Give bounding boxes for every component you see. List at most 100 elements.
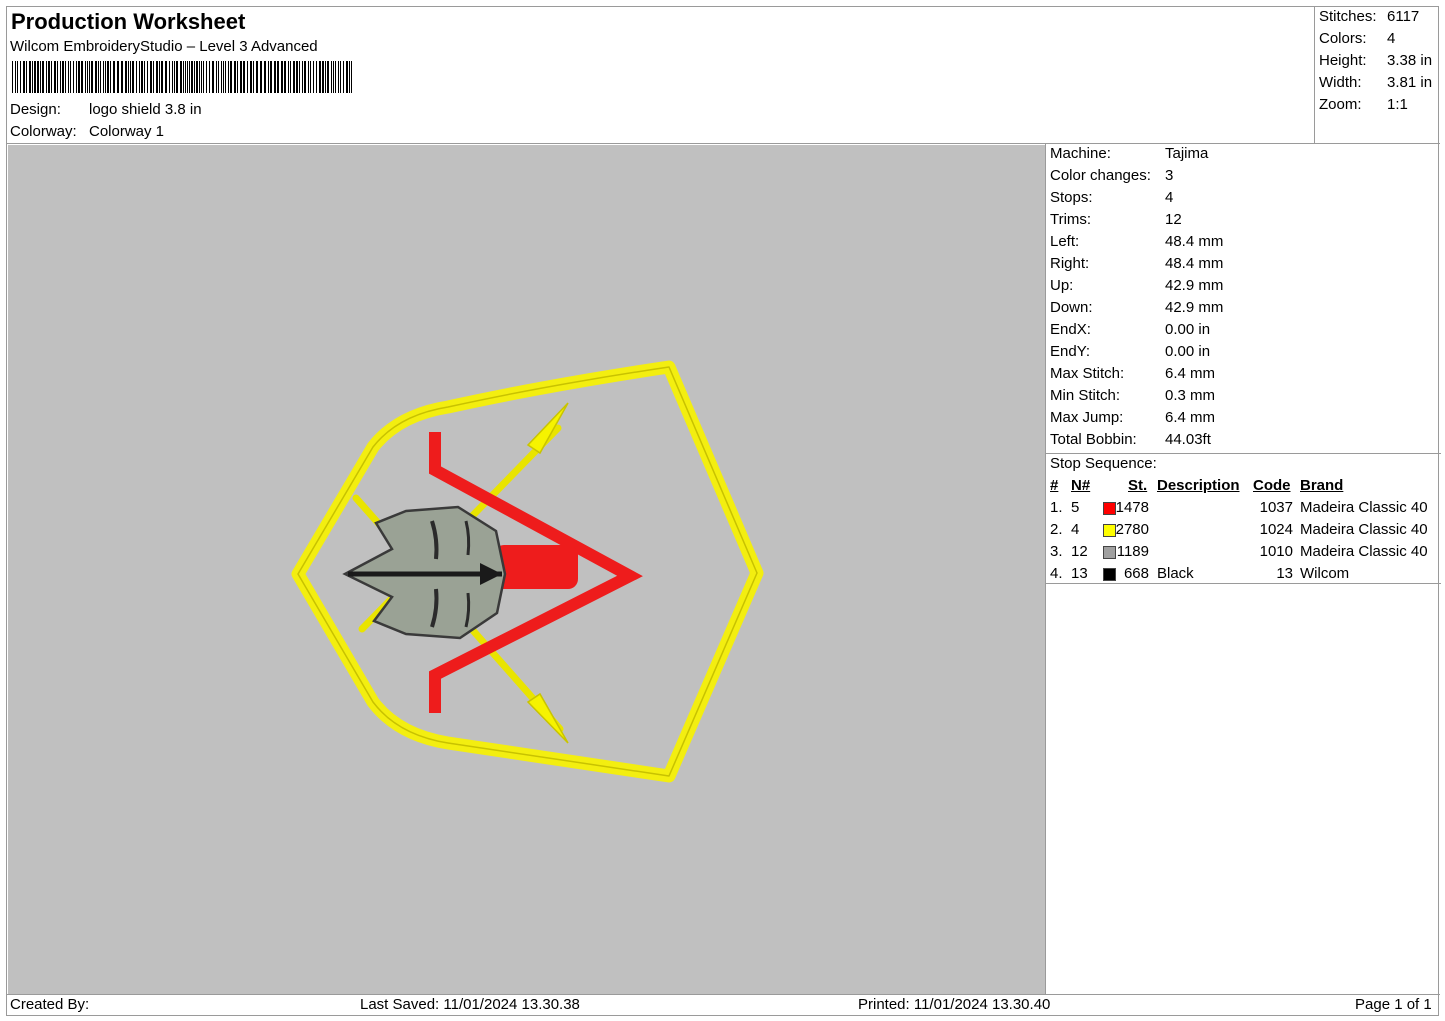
info-label: Min Stitch: xyxy=(1050,387,1121,404)
info-color-changes: Color changes: 3 xyxy=(1050,167,1173,184)
stat-label: Stitches: xyxy=(1319,8,1377,25)
worksheet-title: Production Worksheet xyxy=(11,9,246,34)
cell-code: 1024 xyxy=(1259,521,1293,538)
info-label: EndY: xyxy=(1050,343,1091,360)
design-preview-canvas xyxy=(8,145,1045,994)
barcode xyxy=(12,61,352,93)
info-label: Total Bobbin: xyxy=(1050,431,1137,448)
cell-brand: Madeira Classic 40 xyxy=(1300,499,1428,516)
info-value: 0.00 in xyxy=(1165,343,1211,360)
info-label: Down: xyxy=(1050,299,1093,316)
software-name: Wilcom EmbroideryStudio – Level 3 Advanc… xyxy=(10,38,318,55)
cell-num: 4. xyxy=(1050,565,1063,582)
info-endx: EndX: 0.00 in xyxy=(1050,321,1210,338)
cell-code: 13 xyxy=(1276,565,1293,582)
stat-value: 1:1 xyxy=(1387,96,1408,113)
printed-date: Printed: 11/01/2024 13.30.40 xyxy=(858,996,1051,1013)
cell-num: 1. xyxy=(1050,499,1063,516)
col-description: Description xyxy=(1157,477,1240,494)
info-label: Stops: xyxy=(1050,189,1093,206)
design-value: logo shield 3.8 in xyxy=(89,101,202,118)
info-value: 6.4 mm xyxy=(1165,409,1216,426)
info-value: 44.03ft xyxy=(1165,431,1211,448)
cell-num: 2. xyxy=(1050,521,1063,538)
worksheet-header: Production Worksheet Wilcom EmbroiderySt… xyxy=(7,7,1315,143)
info-label: Up: xyxy=(1050,277,1074,294)
info-value: 42.9 mm xyxy=(1165,299,1224,316)
stop-sequence-title: Stop Sequence: xyxy=(1050,455,1157,472)
stat-zoom: Zoom: 1:1 xyxy=(1319,96,1408,113)
design-label: Design: xyxy=(10,101,61,118)
col-code: Code xyxy=(1253,477,1291,494)
cell-description: Black xyxy=(1157,565,1194,582)
shield-logo-embroidery-icon xyxy=(291,360,764,783)
cell-st: 1478 xyxy=(1115,499,1149,516)
last-saved: Last Saved: 11/01/2024 13.30.38 xyxy=(360,996,580,1013)
info-label: Machine: xyxy=(1050,145,1111,162)
info-value: 4 xyxy=(1165,189,1174,206)
cell-brand: Wilcom xyxy=(1300,565,1350,582)
color-swatch xyxy=(1103,524,1116,537)
info-total-bobbin: Total Bobbin: 44.03ft xyxy=(1050,431,1211,448)
stat-value: 3.38 in xyxy=(1387,52,1433,69)
stat-label: Colors: xyxy=(1319,30,1367,47)
info-min-stitch: Min Stitch: 0.3 mm xyxy=(1050,387,1215,404)
stat-value: 6117 xyxy=(1387,8,1420,25)
colorway-row: Colorway: Colorway 1 xyxy=(10,123,164,140)
info-value: Tajima xyxy=(1165,145,1209,162)
machine-info-panel: Machine: Tajima Color changes: 3 Stops: 4 T… xyxy=(1045,144,1441,994)
created-by: Created By: xyxy=(10,996,90,1013)
stat-stitches: Stitches: 6117 xyxy=(1319,8,1419,25)
info-value: 0.3 mm xyxy=(1165,387,1216,404)
info-max-stitch: Max Stitch: 6.4 mm xyxy=(1050,365,1215,382)
info-value: 12 xyxy=(1165,211,1182,228)
production-worksheet: Production Worksheet Wilcom EmbroiderySt… xyxy=(6,6,1441,1016)
stat-label: Zoom: xyxy=(1319,96,1362,113)
col-st: St. xyxy=(1128,477,1148,494)
colorway-label: Colorway: xyxy=(10,123,77,140)
info-label: Trims: xyxy=(1050,211,1092,228)
cell-st: 668 xyxy=(1123,565,1149,582)
info-max-jump: Max Jump: 6.4 mm xyxy=(1050,409,1215,426)
cell-brand: Madeira Classic 40 xyxy=(1300,543,1428,560)
stat-value: 3.81 in xyxy=(1387,74,1433,91)
info-value: 6.4 mm xyxy=(1165,365,1216,382)
color-swatch xyxy=(1103,546,1116,559)
info-value: 42.9 mm xyxy=(1165,277,1224,294)
stat-value: 4 xyxy=(1387,30,1396,47)
color-swatch xyxy=(1103,502,1116,515)
info-value: 48.4 mm xyxy=(1165,233,1224,250)
info-down: Down: 42.9 mm xyxy=(1050,299,1223,316)
col-num: # xyxy=(1050,477,1059,494)
cell-brand: Madeira Classic 40 xyxy=(1300,521,1428,538)
stat-width: Width: 3.81 in xyxy=(1319,74,1432,91)
info-label: Left: xyxy=(1050,233,1080,250)
info-label: Color changes: xyxy=(1050,167,1151,184)
info-label: Max Jump: xyxy=(1050,409,1124,426)
footer-divider xyxy=(7,994,1440,995)
stat-colors: Colors: 4 xyxy=(1319,30,1395,47)
cell-code: 1010 xyxy=(1259,543,1293,560)
cell-st: 1189 xyxy=(1116,543,1149,560)
info-endy: EndY: 0.00 in xyxy=(1050,343,1210,360)
stat-label: Height: xyxy=(1319,52,1367,69)
info-up: Up: 42.9 mm xyxy=(1050,277,1223,294)
info-value: 0.00 in xyxy=(1165,321,1211,338)
col-n: N# xyxy=(1071,477,1091,494)
info-trims: Trims: 12 xyxy=(1050,211,1182,228)
info-left: Left: 48.4 mm xyxy=(1050,233,1223,250)
cell-st: 2780 xyxy=(1115,521,1149,538)
info-machine: Machine: Tajima xyxy=(1050,145,1208,162)
colorway-value: Colorway 1 xyxy=(89,123,165,140)
design-stats: Stitches: 6117 Colors: 4 Height: 3.38 in Wi… xyxy=(1315,7,1440,143)
page-number: Page 1 of 1 xyxy=(1355,996,1432,1013)
info-label: Right: xyxy=(1050,255,1090,272)
info-value: 48.4 mm xyxy=(1165,255,1224,272)
cell-num: 3. xyxy=(1050,543,1063,560)
cell-code: 1037 xyxy=(1259,499,1293,516)
info-stops: Stops: 4 xyxy=(1050,189,1173,206)
cell-n: 4 xyxy=(1071,521,1080,538)
info-label: Max Stitch: xyxy=(1050,365,1125,382)
panel-divider xyxy=(1046,453,1441,454)
info-right: Right: 48.4 mm xyxy=(1050,255,1223,272)
